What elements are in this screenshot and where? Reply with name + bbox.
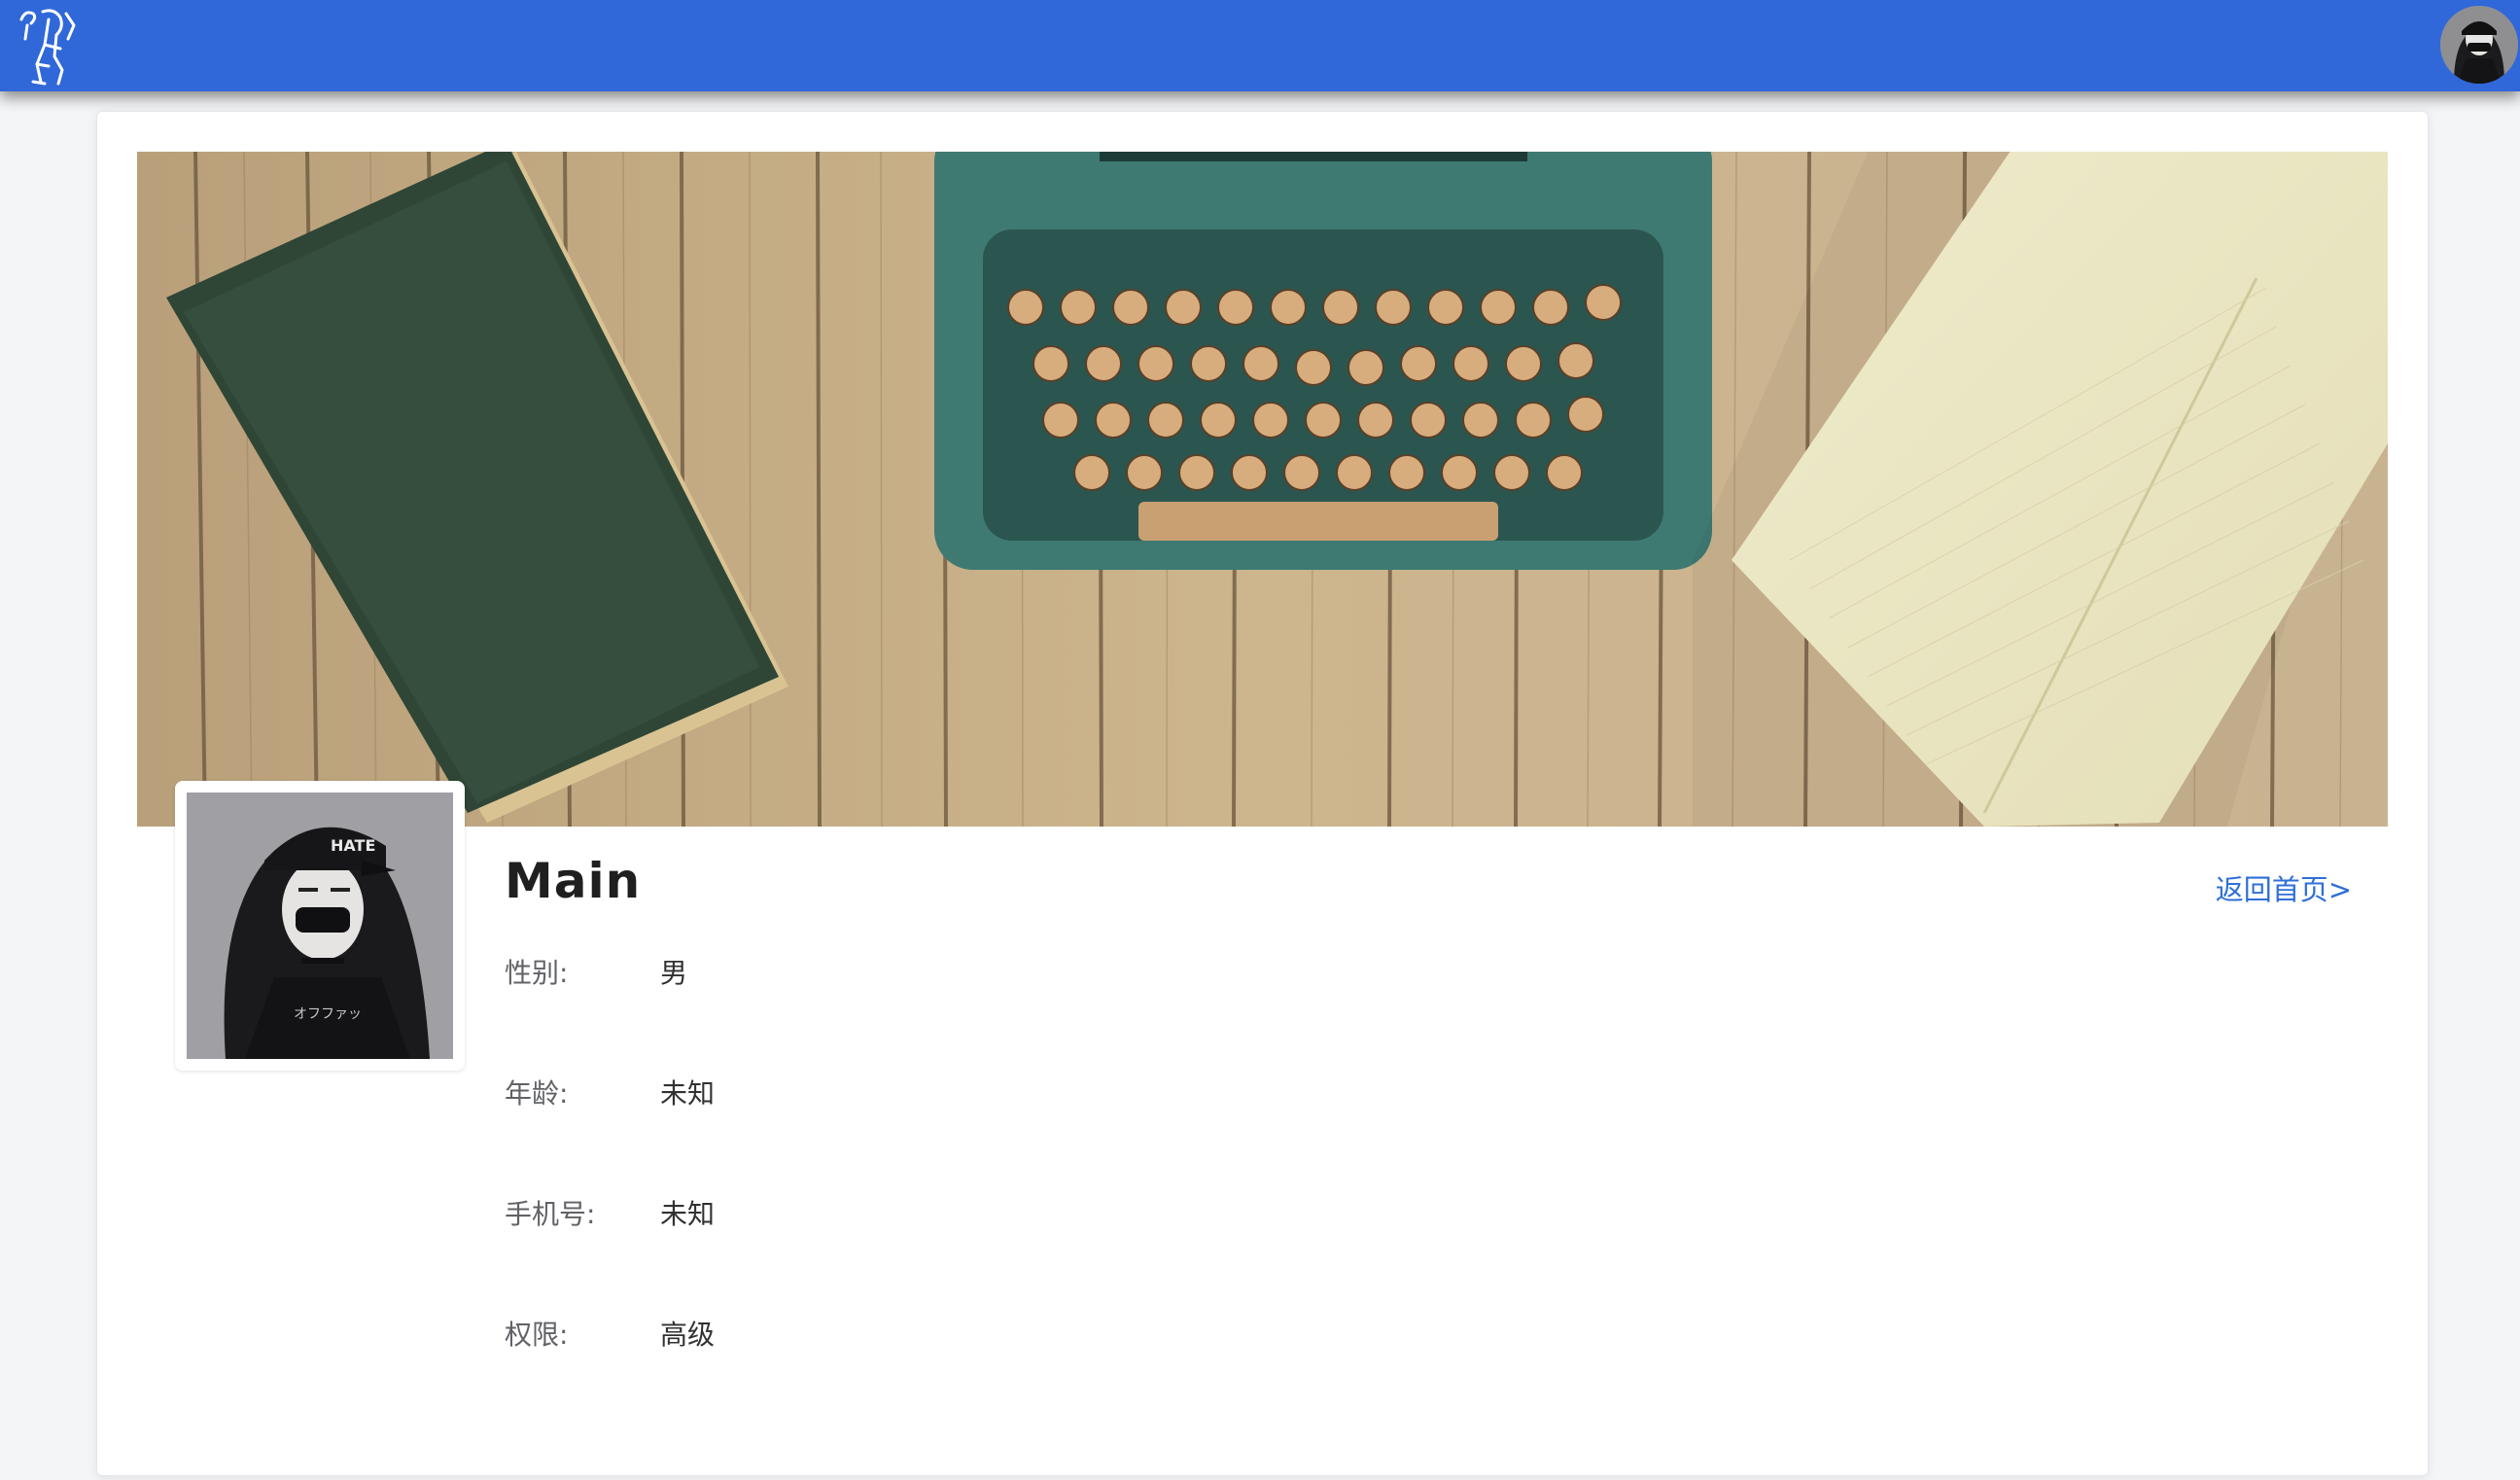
top-navigation-bar: [0, 0, 2520, 91]
banner-image: [137, 152, 2388, 827]
profile-card: HATE オフファッ Main 返回首页> 性别: 男 年龄: 未知 手机号: …: [96, 111, 2429, 1476]
phone-value: 未知: [660, 1198, 716, 1230]
age-value: 未知: [660, 1077, 716, 1110]
back-to-home-link[interactable]: 返回首页>: [2216, 867, 2352, 908]
username-heading: Main: [505, 853, 642, 909]
gender-label: 性别:: [505, 957, 569, 989]
phone-label: 手机号:: [505, 1198, 596, 1230]
profile-photo: HATE オフファッ: [175, 781, 465, 1071]
gender-value: 男: [660, 957, 688, 989]
svg-text:HATE: HATE: [331, 836, 375, 855]
user-avatar[interactable]: [2440, 6, 2518, 84]
permission-value: 高级: [660, 1319, 716, 1351]
age-label: 年龄:: [505, 1077, 569, 1110]
permission-label: 权限:: [505, 1319, 569, 1351]
svg-text:オフファッ: オフファッ: [294, 1006, 362, 1022]
logo-icon[interactable]: [16, 6, 86, 88]
